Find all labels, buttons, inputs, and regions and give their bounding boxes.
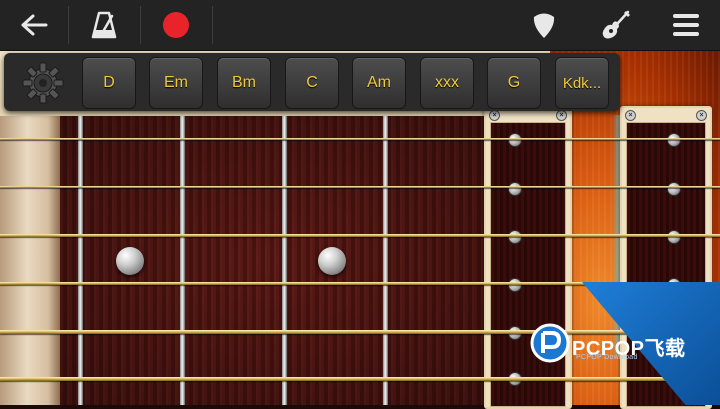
back-button[interactable] [14,5,54,45]
chord-button-bm[interactable]: Bm [217,57,271,109]
metronome-icon [91,11,117,39]
arrow-left-icon [21,14,48,36]
toolbar-divider [212,6,213,44]
watermark-logo [530,323,570,363]
menu-button[interactable] [666,5,706,45]
record-icon [163,12,189,38]
fret [180,116,185,405]
settings-button[interactable] [20,60,66,106]
pick-button[interactable] [524,5,564,45]
guitar-select-button[interactable] [596,5,636,45]
bridge-pin [667,182,681,196]
string-3[interactable] [0,234,720,237]
guitar-pick-icon [533,13,555,38]
bridge-saddle [490,122,566,407]
gear-icon [22,62,64,104]
string-6[interactable] [0,377,720,381]
string-1[interactable] [0,138,720,140]
top-toolbar [0,0,720,51]
bridge-pin [508,133,522,147]
toolbar-divider [140,6,141,44]
fret [383,116,388,405]
chord-button-xxx[interactable]: xxx [420,57,474,109]
chord-button-d[interactable]: D [82,57,136,109]
toolbar-divider [68,6,69,44]
bridge-pin [667,230,681,244]
chord-button-em[interactable]: Em [149,57,203,109]
guitar-icon [602,10,630,39]
close-icon[interactable]: × [696,110,707,121]
menu-icon [673,14,699,36]
watermark-sub: PCPOP Download [576,354,638,361]
chord-button-g[interactable]: G [487,57,541,109]
bridge-pin [508,278,522,292]
chord-button-am[interactable]: Am [352,57,406,109]
string-2[interactable] [0,186,720,188]
chord-button-kdk[interactable]: Kdk... [555,57,609,109]
fret-marker-dot [116,247,144,275]
bridge-pin [508,182,522,196]
record-button[interactable] [156,5,196,45]
metronome-button[interactable] [84,5,124,45]
guitar-nut [0,116,60,405]
close-icon[interactable]: × [556,110,567,121]
fret [282,116,287,405]
chord-button-c[interactable]: C [285,57,339,109]
bridge-pin [667,133,681,147]
close-icon[interactable]: × [625,110,636,121]
fret [78,116,83,405]
close-icon[interactable]: × [489,110,500,121]
bridge: × × [484,106,572,409]
bridge-pin [508,230,522,244]
fret-marker-dot [318,247,346,275]
